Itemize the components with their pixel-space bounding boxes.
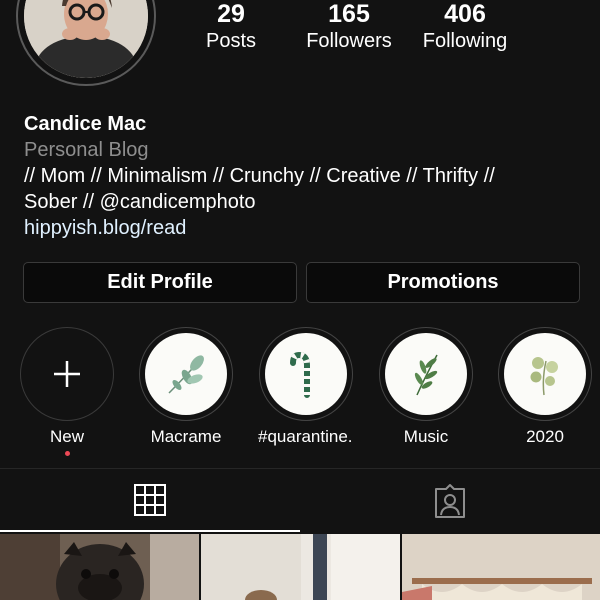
bio-line-1: // Mom // Minimalism // Crunchy // Creat… bbox=[24, 165, 495, 187]
highlight-new[interactable]: New bbox=[19, 327, 115, 456]
stat-followers[interactable]: 165 Followers bbox=[296, 0, 402, 54]
highlight-2020[interactable]: 2020 bbox=[497, 327, 593, 447]
bio-line-2: Sober // @candicemphoto bbox=[24, 191, 256, 213]
fern-icon bbox=[414, 354, 438, 396]
macrame-photo bbox=[402, 534, 600, 600]
profile-link[interactable]: hippyish.blog/read bbox=[24, 215, 584, 241]
highlight-ring bbox=[379, 327, 473, 421]
followers-count: 165 bbox=[328, 0, 370, 28]
posts-label: Posts bbox=[205, 30, 257, 52]
stat-following[interactable]: 406 Following bbox=[412, 0, 518, 54]
profile-stats: 29 Posts 165 Followers 406 Following bbox=[180, 0, 540, 60]
plus-icon bbox=[54, 361, 80, 387]
highlight-music[interactable]: Music bbox=[378, 327, 474, 447]
followers-label: Followers bbox=[306, 30, 392, 52]
highlight-cover bbox=[504, 333, 586, 415]
posts-count: 29 bbox=[217, 0, 245, 28]
room-photo bbox=[201, 534, 400, 600]
leaf-sprig-icon bbox=[168, 355, 204, 394]
tagged-person-icon bbox=[435, 484, 465, 518]
highlight-cover bbox=[385, 333, 467, 415]
highlight-cover bbox=[265, 333, 347, 415]
highlight-ring bbox=[139, 327, 233, 421]
candy-cane-icon bbox=[290, 351, 310, 398]
highlight-label: New bbox=[49, 427, 84, 446]
edit-profile-button[interactable]: Edit Profile bbox=[23, 262, 297, 303]
posts-grid bbox=[0, 534, 600, 600]
promotions-button[interactable]: Promotions bbox=[306, 262, 580, 303]
profile-avatar[interactable] bbox=[24, 0, 148, 78]
avatar-photo bbox=[24, 0, 148, 78]
stat-posts[interactable]: 29 Posts bbox=[188, 0, 274, 54]
highlight-label: Music bbox=[403, 427, 449, 446]
post-thumbnail[interactable] bbox=[402, 534, 600, 600]
highlight-quarantine[interactable]: #quarantine... bbox=[258, 327, 354, 447]
highlight-macrame[interactable]: Macrame bbox=[138, 327, 234, 447]
tab-tagged[interactable] bbox=[300, 470, 600, 532]
notification-dot bbox=[64, 451, 70, 456]
following-count: 406 bbox=[444, 0, 486, 28]
following-label: Following bbox=[422, 30, 508, 52]
profile-avatar-ring[interactable] bbox=[16, 0, 156, 86]
tabs-divider bbox=[0, 468, 600, 469]
highlight-cover bbox=[145, 333, 227, 415]
grid-icon bbox=[134, 484, 166, 516]
highlight-ring bbox=[259, 327, 353, 421]
highlight-label: 2020 bbox=[526, 427, 564, 446]
post-thumbnail[interactable] bbox=[0, 534, 199, 600]
highlight-ring bbox=[498, 327, 592, 421]
profile-bio: Candice Mac Personal Blog // Mom // Mini… bbox=[24, 111, 584, 241]
highlight-label: #quarantine... bbox=[258, 427, 354, 446]
highlight-new-circle[interactable] bbox=[20, 327, 114, 421]
eucalyptus-icon bbox=[530, 357, 558, 396]
profile-category: Personal Blog bbox=[24, 139, 149, 161]
post-thumbnail[interactable] bbox=[201, 534, 400, 600]
pug-photo bbox=[0, 534, 199, 600]
highlight-label: Macrame bbox=[150, 427, 222, 446]
tab-posts-grid[interactable] bbox=[0, 470, 300, 532]
profile-name: Candice Mac bbox=[24, 113, 147, 135]
